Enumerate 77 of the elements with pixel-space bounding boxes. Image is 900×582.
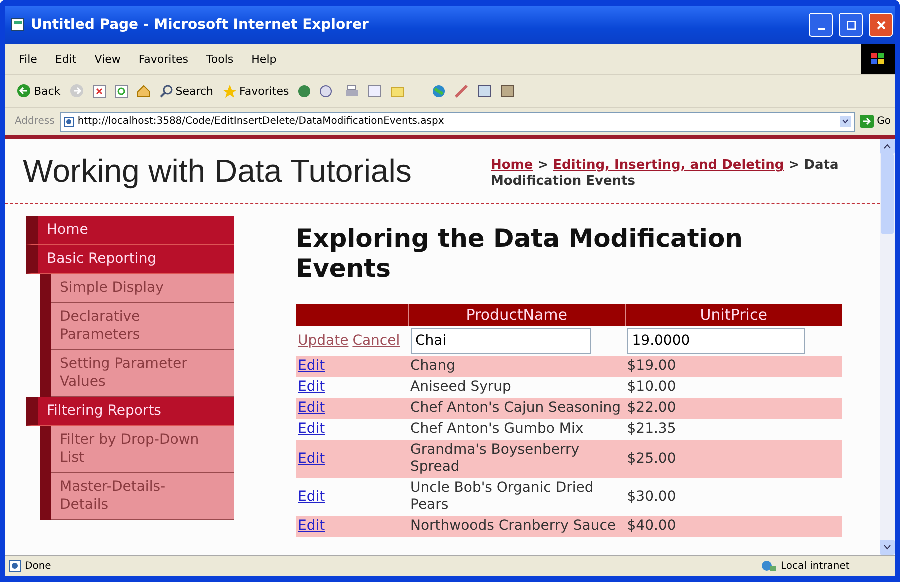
edit-link[interactable]: Edit	[298, 358, 326, 374]
menu-item[interactable]: Favorites	[138, 52, 189, 66]
search-icon	[160, 84, 173, 98]
star-icon	[222, 84, 237, 98]
address-label: Address	[15, 116, 55, 127]
refresh-icon[interactable]	[114, 84, 128, 98]
column-header: ProductName	[408, 304, 626, 326]
unit-price: $30.00	[627, 488, 676, 504]
breadcrumb: Home > Editing, Inserting, and Deleting > Data Modification Events	[491, 158, 840, 190]
edit-link[interactable]: Edit	[298, 488, 326, 504]
row-action-link[interactable]: Update	[298, 332, 349, 348]
product-name: Grandma's Boysenberry Spread	[410, 442, 580, 475]
pencil-icon[interactable]	[455, 84, 470, 98]
close-button[interactable]	[869, 13, 893, 37]
scroll-up-icon[interactable]	[884, 144, 891, 149]
page-icon	[64, 116, 74, 126]
scroll-thumb[interactable]	[881, 154, 894, 234]
printer-icon[interactable]	[345, 84, 360, 98]
search-button[interactable]: Search	[160, 84, 214, 98]
column-header: UnitPrice	[625, 304, 842, 326]
intranet-icon	[761, 560, 777, 572]
menu-item[interactable]: Tools	[206, 52, 234, 66]
product-name: Chef Anton's Cajun Seasoning	[410, 400, 622, 416]
menu-item[interactable]: File	[19, 52, 38, 66]
home-icon[interactable]	[136, 84, 151, 98]
edit-link[interactable]: Edit	[298, 379, 326, 395]
status-text: Done	[25, 560, 52, 572]
maximize-icon	[846, 20, 856, 30]
menu-item[interactable]: View	[94, 52, 121, 66]
product-name: Aniseed Syrup	[410, 379, 512, 395]
breadcrumb-link[interactable]: Home	[491, 158, 534, 173]
product-name: Chang	[410, 358, 456, 374]
globe-icon[interactable]	[432, 84, 446, 98]
product-name: Chef Anton's Gumbo Mix	[410, 421, 584, 437]
sidebar-item[interactable]: Home	[26, 216, 234, 245]
go-button[interactable]: Go	[860, 115, 891, 128]
unit-price-input[interactable]: 19.0000	[627, 328, 806, 354]
favorites-button[interactable]: Favorites	[222, 84, 290, 98]
edit-link[interactable]: Edit	[298, 400, 326, 416]
site-title: Working with Data Tutorials	[23, 152, 412, 190]
window-title: Untitled Page - Microsoft Internet Explorer	[31, 17, 370, 33]
scrollbar[interactable]	[880, 139, 895, 555]
sidebar-item[interactable]: Filtering Reports	[26, 397, 234, 426]
edit-link[interactable]: Edit	[298, 518, 326, 534]
menu-item[interactable]: Edit	[55, 52, 77, 66]
window-icon[interactable]	[478, 84, 492, 98]
unit-price: $10.00	[627, 379, 676, 395]
back-button[interactable]: Back	[17, 84, 61, 98]
product-name: Northwoods Cranberry Sauce	[410, 518, 616, 534]
menu-item[interactable]: Help	[252, 52, 277, 66]
scroll-down-icon[interactable]	[884, 545, 891, 550]
maximize-button[interactable]	[839, 13, 863, 37]
unit-price: $22.00	[627, 400, 676, 416]
minimize-icon	[818, 28, 824, 30]
edit-link[interactable]: Edit	[298, 421, 326, 437]
unit-price: $21.35	[627, 421, 676, 437]
minimize-button[interactable]	[809, 13, 833, 37]
breadcrumb-link[interactable]: Editing, Inserting, and Deleting	[553, 158, 784, 173]
page-icon	[11, 18, 25, 32]
row-action-link[interactable]: Cancel	[352, 332, 400, 348]
stop-icon[interactable]	[92, 84, 106, 98]
go-arrow-icon	[860, 115, 874, 128]
edit-link[interactable]: Edit	[298, 450, 326, 466]
page-done-icon	[9, 560, 21, 572]
product-name: Uncle Bob's Organic Dried Pears	[410, 480, 594, 513]
zone-text: Local intranet	[781, 560, 850, 572]
product-name-input[interactable]: Chai	[410, 328, 590, 354]
unit-price: $19.00	[627, 358, 676, 374]
close-icon	[876, 20, 886, 30]
address-field[interactable]: http://localhost:3588/Code/EditInsertDelete/DataModificationEvents.aspx	[60, 112, 856, 132]
folder-icon[interactable]	[391, 84, 406, 98]
unit-price: $40.00	[627, 518, 676, 534]
unit-price: $25.00	[627, 450, 676, 466]
page-heading: Exploring the Data Modification Events	[296, 224, 744, 284]
sidebar-item[interactable]: Basic Reporting	[26, 245, 234, 274]
back-arrow-icon	[17, 84, 31, 98]
windows-logo-icon	[861, 44, 895, 74]
